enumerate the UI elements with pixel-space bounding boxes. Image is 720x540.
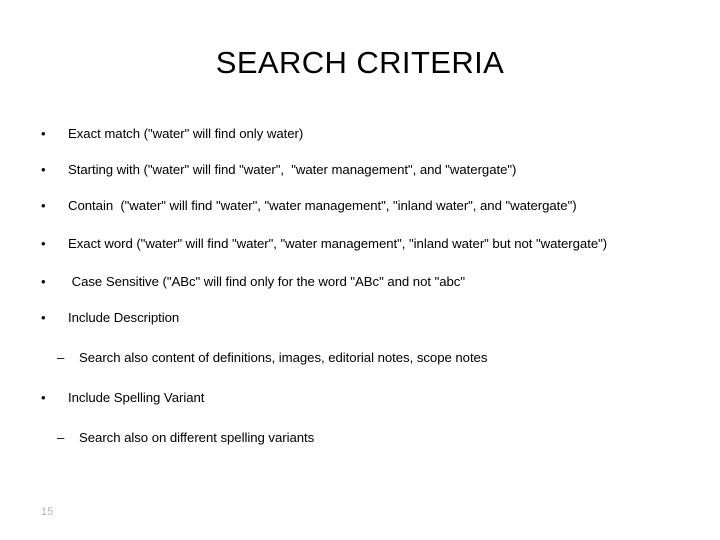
search-criteria-list: • Exact match ("water" will find only wa… xyxy=(36,124,686,464)
list-item-label: Include Spelling Variant xyxy=(68,390,205,405)
list-item-label: Case Sensitive ("ABc" will find only for… xyxy=(68,274,465,289)
list-item: • Case Sensitive ("ABc" will find only f… xyxy=(36,272,686,291)
bullet-icon: • xyxy=(41,310,46,325)
slide-canvas: SEARCH CRITERIA • Exact match ("water" w… xyxy=(0,0,720,540)
list-item: • Exact match ("water" will find only wa… xyxy=(36,124,686,143)
sub-list-item-label: Search also content of definitions, imag… xyxy=(79,350,488,365)
dash-icon: – xyxy=(57,430,65,445)
dash-icon: – xyxy=(57,350,65,365)
sub-list-item: – Search also on different spelling vari… xyxy=(52,428,686,447)
list-item-label: Contain ("water" will find "water", "wat… xyxy=(68,198,577,213)
bullet-icon: • xyxy=(41,236,46,251)
bullet-icon: • xyxy=(41,198,46,213)
list-item-label: Exact match ("water" will find only wate… xyxy=(68,126,304,141)
bullet-icon: • xyxy=(41,274,46,289)
bullet-icon: • xyxy=(41,126,46,141)
list-item: • Contain ("water" will find "water", "w… xyxy=(36,196,686,215)
bullet-icon: • xyxy=(41,162,46,177)
list-item-label: Starting with ("water" will find "water"… xyxy=(68,162,517,177)
page-number: 15 xyxy=(41,506,54,518)
sub-list-item-label: Search also on different spelling varian… xyxy=(79,430,315,445)
list-item-label: Include Description xyxy=(68,310,180,325)
bullet-icon: • xyxy=(41,390,46,405)
sub-list-item: – Search also content of definitions, im… xyxy=(52,348,686,367)
list-item: • Include Description xyxy=(36,308,686,327)
list-item: • Starting with ("water" will find "wate… xyxy=(36,160,686,179)
list-item: • Exact word ("water" will find "water",… xyxy=(36,234,686,253)
list-item: • Include Spelling Variant xyxy=(36,388,686,407)
list-item-label: Exact word ("water" will find "water", "… xyxy=(68,236,608,251)
page-title: SEARCH CRITERIA xyxy=(215,45,505,80)
